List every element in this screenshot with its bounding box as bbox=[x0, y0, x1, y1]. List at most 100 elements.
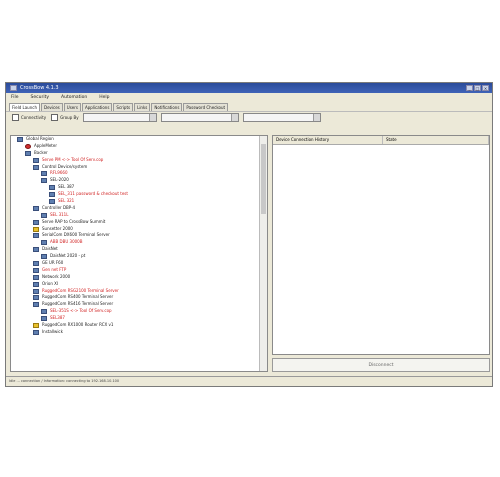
device-tree[interactable]: Global Region AppleMeter Backer Serve PM <-… bbox=[10, 135, 268, 372]
tree-item[interactable]: RuggedCom RX1000 Router RCX v1 bbox=[11, 322, 267, 329]
tab-password-checkout[interactable]: Password Checkout bbox=[183, 103, 229, 111]
disconnect-button[interactable]: Disconnect bbox=[272, 358, 490, 372]
tree-item[interactable]: GE UR F60 bbox=[11, 260, 267, 267]
tree-item[interactable]: SEL_311 password & checkout test bbox=[11, 191, 267, 198]
menu-bar: File Security Automation Help bbox=[6, 93, 492, 102]
tree-item[interactable]: Backer bbox=[11, 150, 267, 157]
tree-item[interactable]: SEL-2020 bbox=[11, 177, 267, 184]
tree-item[interactable]: SEL387 bbox=[11, 315, 267, 322]
error-icon bbox=[25, 143, 31, 149]
tree-item[interactable]: SEL 387 bbox=[11, 184, 267, 191]
tree-item-label: Backer bbox=[34, 149, 48, 155]
warning-icon bbox=[33, 226, 39, 232]
folder-icon bbox=[33, 205, 39, 211]
tree-item[interactable]: Sunsetter 2000 bbox=[11, 226, 267, 233]
tab-strip: Field Launch Devices Users Applications … bbox=[6, 102, 492, 111]
connectivity-checkbox[interactable] bbox=[12, 114, 19, 121]
tab-field-launch[interactable]: Field Launch bbox=[9, 103, 40, 111]
tree-item-label: SEL 321 bbox=[58, 198, 75, 204]
device-icon bbox=[49, 185, 55, 191]
tree-item[interactable]: SEL-351S <-> Tool Of Serv.cop bbox=[11, 308, 267, 315]
close-icon[interactable]: × bbox=[482, 85, 489, 91]
tree-item-label: Serve RAP to CrossBow Summit bbox=[42, 218, 106, 224]
tree-item-label: RuggedCom RX1000 Router RCX v1 bbox=[42, 322, 114, 328]
tree-item-label: Sunsetter 2000 bbox=[42, 225, 73, 231]
tree-item[interactable]: RuggedCom RS416 Terminal Server bbox=[11, 301, 267, 308]
tab-links[interactable]: Links bbox=[134, 103, 151, 111]
device-icon bbox=[33, 281, 39, 287]
device-icon bbox=[33, 274, 39, 280]
tree-item[interactable]: Network 2000 bbox=[11, 274, 267, 281]
tree-item-label: SEL387 bbox=[50, 315, 65, 321]
device-icon bbox=[49, 199, 55, 205]
tree-item[interactable]: RuggedCom RSG2100 Terminal Server bbox=[11, 288, 267, 295]
menu-security[interactable]: Security bbox=[31, 95, 49, 100]
device-icon bbox=[41, 240, 47, 246]
status-bar: Idle ... connection / Information: conne… bbox=[6, 376, 492, 386]
group-by-select-2[interactable] bbox=[160, 113, 239, 122]
menu-file[interactable]: File bbox=[11, 95, 19, 100]
tree-item-label: Controller DBP-4 bbox=[42, 204, 76, 210]
device-icon bbox=[33, 261, 39, 267]
device-icon bbox=[41, 171, 47, 177]
tab-notifications[interactable]: Notifications bbox=[151, 103, 183, 111]
menu-help[interactable]: Help bbox=[99, 95, 109, 100]
tree-item[interactable]: SEL 311L bbox=[11, 212, 267, 219]
tree-item[interactable]: ABB DBU 3000B bbox=[11, 239, 267, 246]
tree-item-label: AppleMeter bbox=[34, 142, 57, 148]
tab-applications[interactable]: Applications bbox=[81, 103, 113, 111]
tree-item[interactable]: Control Device/system bbox=[11, 164, 267, 171]
tree-item-label: DaisNet bbox=[42, 246, 58, 252]
folder-icon bbox=[33, 247, 39, 253]
tree-item[interactable]: SEL 321 bbox=[11, 198, 267, 205]
tree-item-label: DaisNet 2020 - pt bbox=[50, 253, 86, 259]
tree-item[interactable]: Gen net FTP bbox=[11, 267, 267, 274]
minimize-icon[interactable]: _ bbox=[466, 85, 473, 91]
tree-item[interactable]: Installwick bbox=[11, 329, 267, 336]
tree-item-label: Control Device/system bbox=[42, 163, 88, 169]
tree-item[interactable]: SerialCom DX600 Terminal Server bbox=[11, 232, 267, 239]
tree-item[interactable]: DaisNet bbox=[11, 246, 267, 253]
tree-item[interactable]: Orion XI bbox=[11, 281, 267, 288]
tab-users[interactable]: Users bbox=[63, 103, 81, 111]
maximize-icon[interactable]: □ bbox=[474, 85, 481, 91]
scroll-thumb[interactable] bbox=[261, 144, 266, 214]
folder-icon bbox=[33, 233, 39, 239]
tree-item-label: Installwick bbox=[42, 328, 63, 334]
menu-automation[interactable]: Automation bbox=[61, 95, 87, 100]
device-icon bbox=[33, 288, 39, 294]
tree-scrollbar[interactable] bbox=[259, 136, 267, 371]
tab-scripts[interactable]: Scripts bbox=[113, 103, 134, 111]
col-state[interactable]: State bbox=[383, 136, 489, 144]
device-icon bbox=[33, 267, 39, 273]
tree-item-label: RuggedCom RSG2100 Terminal Server bbox=[42, 287, 119, 293]
group-by-select-3[interactable] bbox=[242, 113, 321, 122]
folder-icon bbox=[25, 150, 31, 156]
device-icon bbox=[33, 295, 39, 301]
tree-item-label: Network 2000 bbox=[42, 273, 71, 279]
col-device-connection-history[interactable]: Device Connection History bbox=[273, 136, 383, 144]
app-icon bbox=[10, 85, 17, 91]
group-by-select-1[interactable] bbox=[82, 113, 157, 122]
tree-item[interactable]: Serve RAP to CrossBow Summit bbox=[11, 219, 267, 226]
tree-list: Global Region AppleMeter Backer Serve PM <-… bbox=[11, 136, 267, 336]
tree-item[interactable]: Serve PM <-> Tool Of Serv.cop bbox=[11, 157, 267, 164]
group-by-checkbox[interactable] bbox=[51, 114, 59, 121]
app-window: CrossBow 4.1.3 _ □ × File Security Autom… bbox=[5, 82, 493, 387]
device-icon bbox=[41, 254, 47, 260]
connection-history-panel: Device Connection History State bbox=[272, 135, 490, 355]
tree-item[interactable]: DaisNet 2020 - pt bbox=[11, 253, 267, 260]
folder-icon bbox=[33, 164, 39, 170]
tree-item[interactable]: AppleMeter bbox=[11, 143, 267, 150]
tree-item[interactable]: RuggedCom RS400 Terminal Server bbox=[11, 294, 267, 301]
device-icon bbox=[33, 329, 39, 335]
tree-item[interactable]: RFL9660 bbox=[11, 170, 267, 177]
device-icon bbox=[33, 157, 39, 163]
tree-item[interactable]: Global Region bbox=[11, 136, 267, 143]
tab-devices[interactable]: Devices bbox=[41, 103, 63, 111]
tree-item-label: SerialCom DX600 Terminal Server bbox=[42, 232, 110, 238]
tree-item[interactable]: Controller DBP-4 bbox=[11, 205, 267, 212]
window-title: CrossBow 4.1.3 bbox=[20, 85, 59, 91]
title-bar: CrossBow 4.1.3 _ □ × bbox=[6, 83, 492, 93]
tree-item-label: RuggedCom RS416 Terminal Server bbox=[42, 301, 114, 307]
